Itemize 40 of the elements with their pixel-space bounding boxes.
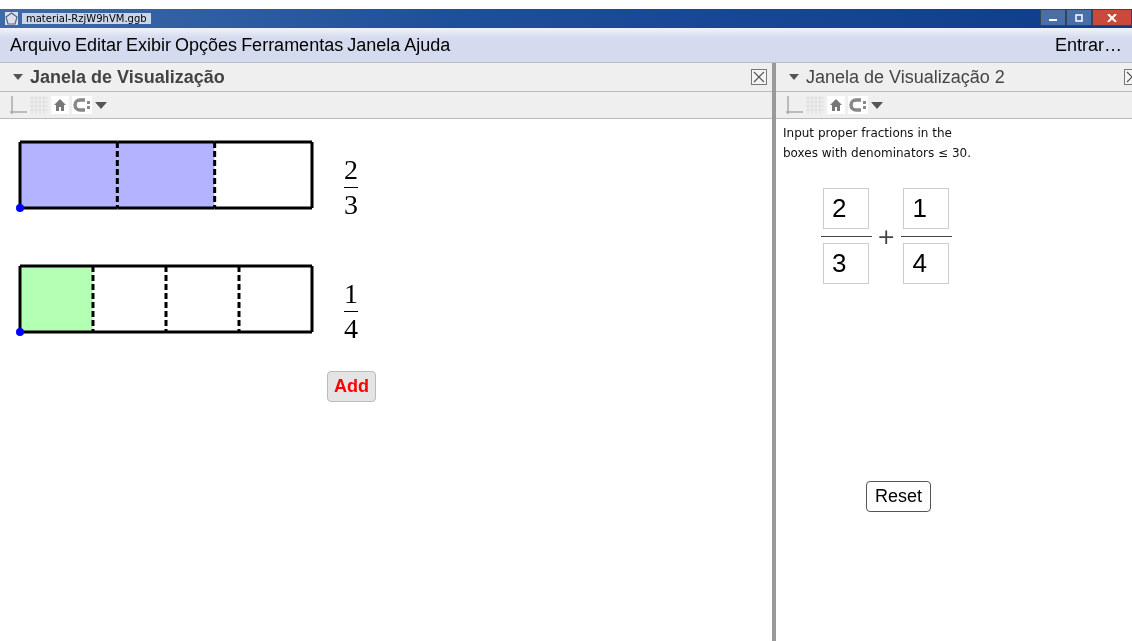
menu-item[interactable]: Arquivo	[8, 34, 74, 56]
point-marker[interactable]	[16, 204, 24, 212]
reset-button[interactable]: Reset	[866, 481, 932, 512]
fraction-numerator: 1	[344, 278, 358, 310]
caret-icon[interactable]	[789, 74, 799, 80]
menu-item[interactable]: Ferramentas	[239, 34, 346, 56]
app-icon	[5, 12, 18, 25]
home-icon[interactable]	[827, 96, 845, 114]
caret-icon[interactable]	[13, 74, 23, 80]
caret-icon[interactable]	[871, 101, 883, 109]
menu-item[interactable]: Opções	[173, 34, 240, 56]
instruction-text: boxes with denominators ≤ 30.	[783, 145, 972, 162]
home-icon[interactable]	[51, 96, 69, 114]
menu-item[interactable]: Ajuda	[402, 34, 453, 56]
maximize-icon	[1074, 13, 1084, 22]
maximize-button[interactable]	[1066, 9, 1092, 26]
fraction-numerator: 2	[344, 154, 358, 186]
denominator-field[interactable]: 4	[903, 243, 950, 284]
panel-title: Janela de Visualização	[30, 66, 225, 88]
panel-title: Janela de Visualização 2	[806, 66, 1005, 88]
menu-item[interactable]: Exibir	[124, 34, 174, 56]
magnet-icon[interactable]	[848, 96, 868, 114]
instruction-text: Input proper fractions in the	[783, 125, 953, 142]
numerator-field[interactable]: 1	[903, 188, 950, 229]
denominator-field[interactable]: 3	[823, 243, 869, 284]
fraction-denominator: 4	[344, 313, 358, 345]
plus-sign: +	[877, 223, 896, 249]
point-marker[interactable]	[16, 328, 24, 336]
menu-item[interactable]: Editar	[73, 34, 125, 56]
numerator-field[interactable]: 2	[823, 188, 869, 229]
close-icon[interactable]	[751, 69, 767, 85]
menu-item[interactable]: Janela	[345, 34, 403, 56]
window-title: material-RzjW9hVM.ggb	[22, 13, 151, 24]
close-button[interactable]	[1092, 9, 1132, 26]
close-icon	[1107, 13, 1117, 22]
login-link[interactable]: Entrar…	[1052, 34, 1124, 56]
fraction-denominator: 3	[344, 189, 358, 221]
minimize-button[interactable]	[1040, 9, 1066, 26]
caret-icon[interactable]	[95, 101, 107, 109]
magnet-icon[interactable]	[72, 96, 92, 114]
